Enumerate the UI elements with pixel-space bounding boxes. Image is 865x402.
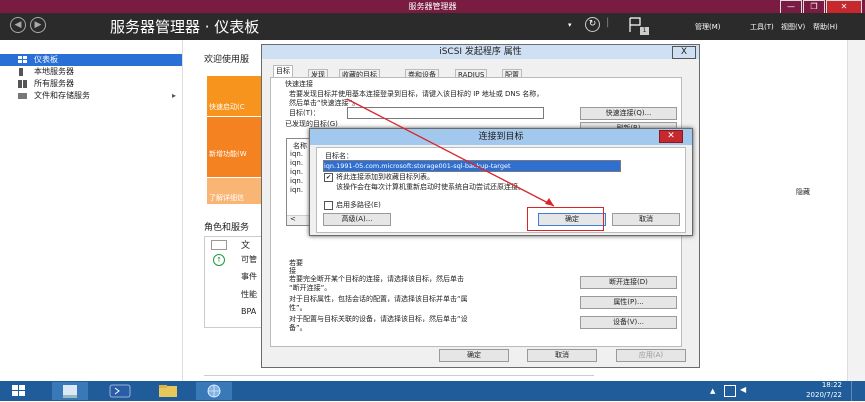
- tray-arrow-icon[interactable]: ▲: [710, 387, 715, 395]
- clock-time[interactable]: 18:22: [800, 381, 842, 389]
- server-manager-taskbar-icon[interactable]: [52, 382, 88, 400]
- show-desktop-button[interactable]: [851, 381, 865, 401]
- taskbar: ▲ ◀ 18:22 2020/7/22: [0, 381, 865, 401]
- clock-date[interactable]: 2020/7/22: [785, 391, 842, 399]
- start-button[interactable]: [4, 382, 34, 400]
- volume-icon[interactable]: ◀: [740, 385, 746, 394]
- iscsi-initiator-taskbar-icon[interactable]: [196, 382, 232, 400]
- network-icon[interactable]: [724, 385, 736, 397]
- powershell-icon[interactable]: [102, 382, 138, 400]
- annotation-arrow: [346, 98, 555, 207]
- file-explorer-icon[interactable]: [150, 382, 186, 400]
